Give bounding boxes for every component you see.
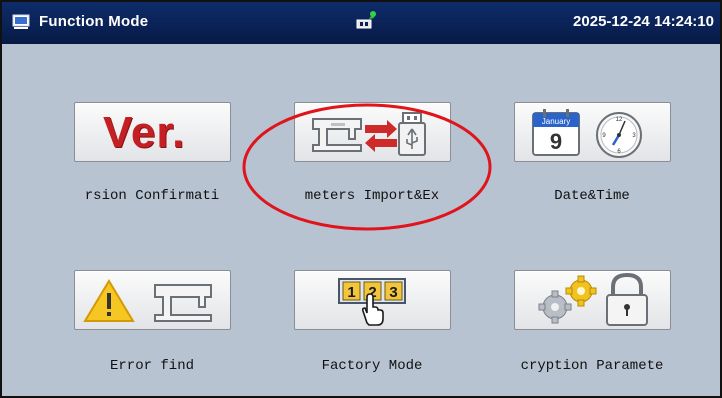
window-icon xyxy=(12,14,30,29)
ver-icon: Ver. xyxy=(103,108,186,157)
calendar-day: 9 xyxy=(550,129,562,154)
date-time-button[interactable]: January 9 12 3 6 9 xyxy=(514,102,671,162)
usb-connected-icon xyxy=(356,11,376,29)
function-mode-window: Function Mode 2025-12-24 14:24:10 Ver. r… xyxy=(0,0,722,398)
factory-mode-label: Factory Mode xyxy=(321,358,423,374)
gears-lock-icon xyxy=(538,273,648,326)
parameters-import-export-label: meters Import&Ex xyxy=(304,188,440,204)
sewing-machine-usb-transfer-icon xyxy=(312,112,426,156)
parameters-import-export-button[interactable] xyxy=(294,102,451,162)
version-confirmation-button[interactable]: Ver. xyxy=(74,102,231,162)
title-bar: Function Mode 2025-12-24 14:24:10 xyxy=(2,2,720,44)
calendar-month: January xyxy=(542,117,570,126)
current-datetime: 2025-12-24 14:24:10 xyxy=(573,13,714,30)
version-confirmation-label: rsion Confirmati xyxy=(84,188,220,204)
error-find-label: Error find xyxy=(109,358,194,374)
page-title: Function Mode xyxy=(39,13,149,30)
factory-mode-button[interactable]: 1 2 3 xyxy=(294,270,451,330)
error-find-button[interactable] xyxy=(74,270,231,330)
keypad-finger-icon: 1 2 3 xyxy=(338,278,406,326)
keypad-digit-1: 1 xyxy=(347,284,355,301)
encryption-parameters-button[interactable] xyxy=(514,270,671,330)
keypad-digit-3: 3 xyxy=(389,284,397,301)
date-time-label: Date&Time xyxy=(554,188,630,204)
calendar-clock-icon: January 9 12369 xyxy=(532,109,642,158)
warning-sewing-machine-icon xyxy=(83,279,212,322)
encryption-parameters-label: cryption Paramete xyxy=(520,358,664,374)
svg-text:12: 12 xyxy=(616,117,623,123)
